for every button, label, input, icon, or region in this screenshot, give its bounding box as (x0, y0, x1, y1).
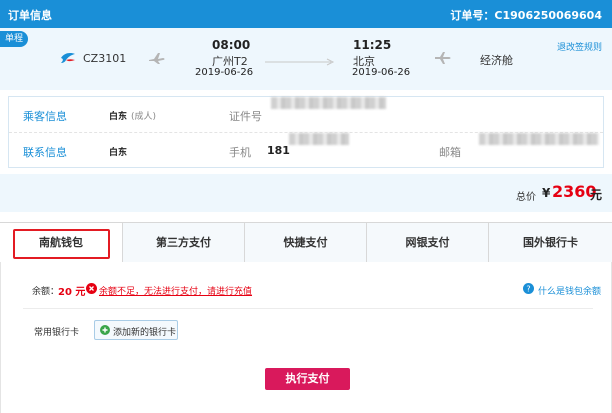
balance-label: 余额： (32, 287, 60, 297)
section-divider (23, 308, 593, 309)
arrival-time: 11:25 (353, 38, 392, 52)
passenger-info-label: 乘客信息 (23, 110, 67, 123)
order-number: 订单号：C1906250069604 (450, 9, 602, 22)
order-info-header: 订单信息 订单号：C1906250069604 (0, 0, 612, 28)
help-icon: ? (523, 283, 534, 294)
email-label: 邮箱 (439, 146, 461, 159)
passenger-name: 白东 (成人) (109, 109, 156, 122)
one-way-tag: 单程 (0, 31, 28, 47)
add-bank-card-button[interactable]: 添加新的银行卡 (94, 320, 178, 340)
phone-prefix: 181 (267, 144, 290, 157)
wallet-balance-help-link[interactable]: 什么是钱包余额 (538, 284, 601, 297)
total-currency: ¥ (542, 186, 551, 200)
svg-text:?: ? (526, 285, 530, 294)
departure-date: 2019-06-26 (195, 67, 254, 78)
wallet-payment-panel: 余额： 20 元 余额不足，无法进行支付，请进行充值 ? 什么是钱包余额 常用银… (0, 262, 612, 413)
total-label: 总价 (516, 192, 536, 203)
arrival-plane-icon (435, 52, 451, 64)
tab-online-banking[interactable]: 网银支付 (366, 223, 488, 262)
arrival-date: 2019-06-26 (352, 67, 411, 78)
departure-time: 08:00 (212, 38, 251, 52)
contact-info-row: 联系信息 白东 手机 181 邮箱 (9, 133, 603, 169)
header-title: 订单信息 (8, 9, 52, 22)
error-icon (86, 283, 97, 294)
passenger-name-text: 白东 (109, 112, 128, 122)
active-tab-highlight (13, 229, 110, 259)
phone-masked (289, 133, 349, 145)
passenger-type: (成人) (131, 112, 157, 122)
saved-cards-label: 常用银行卡 (34, 328, 80, 338)
id-number-masked (271, 97, 386, 109)
passenger-contact-box: 乘客信息 白东 (成人) 证件号 联系信息 白东 手机 181 邮箱 (8, 96, 604, 168)
id-number-label: 证件号 (229, 110, 262, 123)
contact-name: 白东 (109, 148, 128, 158)
total-price-bar: 总价 ¥ 2360 元 (0, 174, 612, 212)
execute-payment-button[interactable]: 执行支付 (265, 368, 350, 390)
total-unit: 元 (590, 188, 603, 202)
cabin-class: 经济舱 (480, 54, 513, 67)
flight-summary: 单程 CZ3101 08:00 广州T2 2019-06-26 11:25 北京… (0, 28, 612, 90)
passenger-info-row: 乘客信息 白东 (成人) 证件号 (9, 97, 603, 133)
flight-number: CZ3101 (83, 52, 127, 65)
tab-third-party-pay[interactable]: 第三方支付 (122, 223, 244, 262)
insufficient-balance-link[interactable]: 余额不足，无法进行支付，请进行充值 (99, 284, 252, 297)
plus-icon (100, 325, 110, 335)
departure-plane-icon (149, 53, 165, 64)
airline-logo-icon (61, 53, 75, 63)
add-bank-card-label: 添加新的银行卡 (113, 328, 177, 338)
phone-label: 手机 (229, 146, 251, 159)
tab-quick-pay[interactable]: 快捷支付 (244, 223, 366, 262)
contact-info-label: 联系信息 (23, 146, 67, 159)
email-masked (479, 133, 599, 145)
refund-change-rules-link[interactable]: 退改签规则 (557, 40, 602, 53)
balance-amount: 20 元 (58, 287, 86, 298)
route-arrow-icon (265, 58, 335, 66)
tab-foreign-card[interactable]: 国外银行卡 (488, 223, 612, 262)
